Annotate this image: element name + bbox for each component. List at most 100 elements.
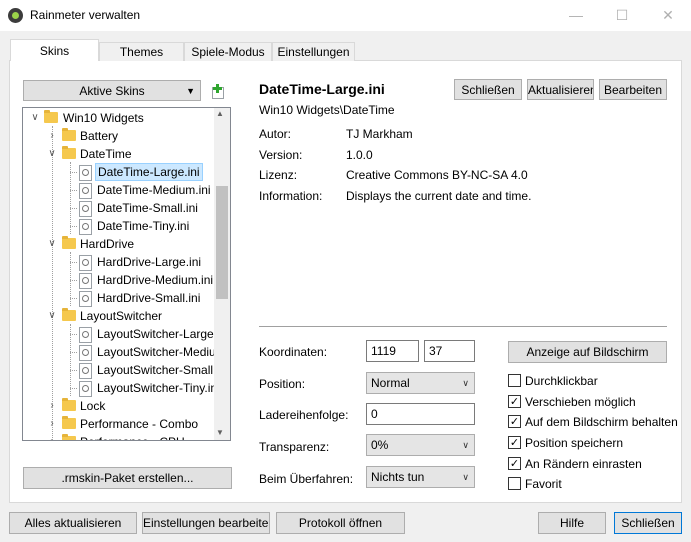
create-package-button[interactable]: .rmskin-Paket erstellen... bbox=[23, 467, 232, 489]
tree-item-datetime-medium[interactable]: DateTime-Medium.ini bbox=[23, 181, 223, 199]
tree-item-performance-combo[interactable]: › Performance - Combo bbox=[23, 415, 223, 433]
scroll-down-icon[interactable]: ▼ bbox=[216, 428, 224, 437]
chevron-down-icon[interactable]: ∨ bbox=[47, 307, 57, 325]
chevron-down-icon[interactable]: ∨ bbox=[30, 109, 40, 127]
tree-item-label: DateTime bbox=[80, 147, 132, 161]
tree-item-label: HardDrive bbox=[80, 237, 135, 251]
author-label: Autor: bbox=[259, 127, 292, 141]
chevron-down-icon[interactable]: ∨ bbox=[47, 145, 57, 163]
transparency-select[interactable]: 0% ∨ bbox=[366, 434, 475, 456]
maximize-icon[interactable]: ☐ bbox=[599, 0, 645, 31]
tab-themes[interactable]: Themes bbox=[99, 42, 184, 61]
version-value: 1.0.0 bbox=[346, 148, 373, 162]
scrollbar-thumb[interactable] bbox=[216, 186, 228, 299]
load-order-input[interactable]: 0 bbox=[366, 403, 475, 425]
tree-item-layoutswitcher[interactable]: ∨ LayoutSwitcher bbox=[23, 307, 223, 325]
license-value: Creative Commons BY-NC-SA 4.0 bbox=[346, 168, 528, 182]
chevron-down-icon: ∨ bbox=[462, 472, 469, 482]
chevron-right-icon[interactable]: › bbox=[47, 433, 57, 440]
tree-item-performance-cpu[interactable]: › Performance - CPU bbox=[23, 433, 223, 440]
folder-icon bbox=[62, 398, 76, 411]
on-hover-select[interactable]: Nichts tun ∨ bbox=[366, 466, 475, 488]
tree-item-harddrive-large[interactable]: HardDrive-Large.ini bbox=[23, 253, 223, 271]
chevron-right-icon[interactable]: › bbox=[47, 415, 57, 433]
skin-file-icon bbox=[79, 363, 92, 379]
keep-on-screen-checkbox[interactable]: ✓ Auf dem Bildschirm behalten bbox=[508, 414, 678, 430]
tree-item-datetime[interactable]: ∨ DateTime bbox=[23, 145, 223, 163]
edit-skin-button[interactable]: Bearbeiten bbox=[599, 79, 667, 100]
coordinates-label: Koordinaten: bbox=[259, 345, 328, 359]
tree-item-label: DateTime-Large.ini bbox=[95, 163, 203, 181]
tree-item-harddrive[interactable]: ∨ HardDrive bbox=[23, 235, 223, 253]
snap-to-edges-checkbox[interactable]: ✓ An Rändern einrasten bbox=[508, 456, 678, 472]
tree-item-layoutswitcher-medium[interactable]: LayoutSwitcher-Medium bbox=[23, 343, 226, 361]
position-select[interactable]: Normal ∨ bbox=[366, 372, 475, 394]
skin-file-icon bbox=[79, 381, 92, 397]
folder-icon bbox=[62, 146, 76, 159]
add-skin-icon[interactable] bbox=[210, 84, 224, 99]
skin-tree[interactable]: ∨ Win10 Widgets › Battery ∨ DateTime Dat… bbox=[22, 107, 231, 441]
tab-skins[interactable]: Skins bbox=[10, 39, 99, 61]
skin-path: Win10 Widgets\DateTime bbox=[259, 103, 395, 117]
display-monitor-button[interactable]: Anzeige auf Bildschirm bbox=[508, 341, 667, 363]
tree-item-label: Performance - Combo bbox=[80, 417, 199, 431]
tab-settings[interactable]: Einstellungen bbox=[272, 42, 355, 61]
checkbox-box[interactable] bbox=[508, 477, 521, 490]
checkbox-box[interactable]: ✓ bbox=[508, 415, 521, 428]
unload-skin-button[interactable]: Schließen bbox=[454, 79, 522, 100]
tree-item-lock[interactable]: › Lock bbox=[23, 397, 223, 415]
checkbox-box[interactable]: ✓ bbox=[508, 436, 521, 449]
tree-item-battery[interactable]: › Battery bbox=[23, 127, 223, 145]
refresh-all-button[interactable]: Alles aktualisieren bbox=[9, 512, 137, 534]
tree-item-label: DateTime-Medium.ini bbox=[97, 183, 211, 197]
tree-item-label: Performance - CPU bbox=[78, 433, 187, 440]
position-value: Normal bbox=[371, 376, 410, 390]
minimize-icon[interactable]: — bbox=[553, 0, 599, 31]
tree-item-layoutswitcher-large[interactable]: LayoutSwitcher-Large.ini bbox=[23, 325, 229, 343]
chevron-down-icon: ∨ bbox=[462, 440, 469, 450]
folder-icon bbox=[62, 128, 76, 141]
active-skins-dropdown[interactable]: Aktive Skins ▼ bbox=[23, 80, 201, 101]
checkbox-box[interactable]: ✓ bbox=[508, 457, 521, 470]
tree-item-layoutswitcher-tiny[interactable]: LayoutSwitcher-Tiny.ini bbox=[23, 379, 223, 397]
checkbox-box[interactable] bbox=[508, 374, 521, 387]
transparency-value: 0% bbox=[371, 438, 389, 452]
chevron-down-icon[interactable]: ∨ bbox=[47, 235, 57, 253]
tree-item-datetime-small[interactable]: DateTime-Small.ini bbox=[23, 199, 223, 217]
tree-item-label: LayoutSwitcher-Medium bbox=[97, 345, 226, 359]
tab-game-mode[interactable]: Spiele-Modus bbox=[184, 42, 272, 61]
help-button[interactable]: Hilfe bbox=[538, 512, 606, 534]
refresh-skin-button[interactable]: Aktualisieren bbox=[527, 79, 594, 100]
tree-item-layoutswitcher-small[interactable]: LayoutSwitcher-Small.ini bbox=[23, 361, 228, 379]
license-label: Lizenz: bbox=[259, 168, 298, 182]
save-position-checkbox[interactable]: ✓ Position speichern bbox=[508, 435, 678, 451]
skin-file-icon bbox=[79, 291, 92, 307]
tree-item-label: LayoutSwitcher-Small.ini bbox=[97, 363, 229, 377]
tree-item-label: LayoutSwitcher-Tiny.ini bbox=[97, 381, 220, 395]
click-through-checkbox[interactable]: Durchklickbar bbox=[508, 373, 678, 389]
tree-item-datetime-large[interactable]: DateTime-Large.ini bbox=[23, 163, 223, 181]
tree-item-label: DateTime-Small.ini bbox=[97, 201, 198, 215]
x-coordinate-input[interactable]: 1119 bbox=[366, 340, 419, 362]
window-title: Rainmeter verwalten bbox=[30, 8, 141, 22]
skin-file-icon bbox=[79, 255, 92, 271]
scroll-up-icon[interactable]: ▲ bbox=[216, 109, 224, 118]
tree-item-label: DateTime-Tiny.ini bbox=[97, 219, 190, 233]
favorite-checkbox[interactable]: Favorit bbox=[508, 476, 678, 492]
open-log-button[interactable]: Protokoll öffnen bbox=[276, 512, 405, 534]
tree-item-win10-widgets[interactable]: ∨ Win10 Widgets bbox=[23, 109, 223, 127]
close-button[interactable]: Schließen bbox=[614, 512, 682, 534]
folder-icon bbox=[62, 416, 76, 429]
skin-file-icon bbox=[79, 273, 92, 289]
tree-item-harddrive-medium[interactable]: HardDrive-Medium.ini bbox=[23, 271, 223, 289]
tree-item-datetime-tiny[interactable]: DateTime-Tiny.ini bbox=[23, 217, 223, 235]
close-icon[interactable]: ✕ bbox=[645, 0, 691, 31]
chevron-right-icon[interactable]: › bbox=[47, 397, 57, 415]
y-coordinate-input[interactable]: 37 bbox=[424, 340, 475, 362]
tree-item-harddrive-small[interactable]: HardDrive-Small.ini bbox=[23, 289, 223, 307]
chevron-right-icon[interactable]: › bbox=[47, 127, 57, 145]
edit-settings-button[interactable]: Einstellungen bearbeiten bbox=[142, 512, 270, 534]
draggable-checkbox[interactable]: ✓ Verschieben möglich bbox=[508, 394, 678, 410]
checkbox-box[interactable]: ✓ bbox=[508, 395, 521, 408]
load-order-label: Ladereihenfolge: bbox=[259, 408, 349, 422]
